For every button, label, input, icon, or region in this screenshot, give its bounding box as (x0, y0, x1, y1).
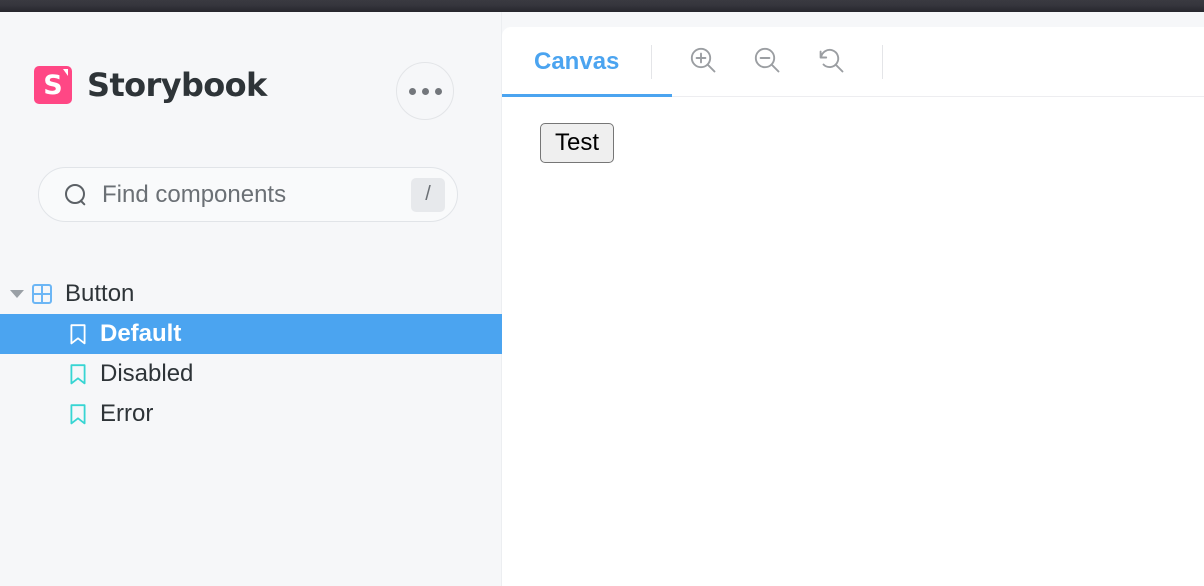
zoom-in-icon (688, 45, 718, 78)
test-button[interactable]: Test (540, 123, 615, 163)
zoom-out-icon (752, 45, 782, 78)
tab-canvas[interactable]: Canvas (534, 27, 623, 97)
logo-letter: S (43, 70, 63, 101)
ellipsis-dot-icon (434, 87, 442, 95)
story-bookmark-icon (70, 363, 86, 385)
chevron-down-icon[interactable] (10, 290, 24, 298)
tree-item-label: Disabled (100, 360, 194, 387)
sidebar-menu-button[interactable] (396, 62, 454, 120)
preview-toolbar: Canvas (502, 27, 1204, 97)
zoom-reset-button[interactable] (808, 39, 854, 85)
brand-title: Storybook (87, 66, 267, 104)
tree-item-default[interactable]: Default (0, 314, 502, 354)
search-shortcut-badge: / (411, 177, 445, 212)
search-input[interactable]: Find components / (38, 167, 458, 222)
toolbar-divider (882, 44, 884, 79)
search-placeholder: Find components (102, 180, 287, 208)
window-titlebar (0, 0, 1204, 12)
story-bookmark-icon (70, 323, 86, 345)
tree-item-label: Button (65, 280, 135, 307)
toolbar-divider (651, 44, 653, 79)
storybook-logo-icon: S (34, 66, 72, 104)
story-bookmark-icon (70, 403, 86, 425)
sidebar: S Storybook Find components / Button Def… (0, 12, 502, 586)
storybook-app: S Storybook Find components / Button Def… (0, 0, 1204, 586)
zoom-in-button[interactable] (680, 39, 726, 85)
tree-item-disabled[interactable]: Disabled (0, 354, 502, 394)
component-icon (32, 284, 52, 304)
preview-panel: Canvas Test (502, 27, 1204, 586)
tree-item-label: Default (100, 320, 182, 347)
tree-item-button[interactable]: Button (0, 274, 502, 314)
ellipsis-dot-icon (421, 87, 429, 95)
zoom-out-button[interactable] (744, 39, 790, 85)
search-icon (64, 183, 88, 207)
zoom-reset-icon (816, 45, 846, 78)
tree-item-error[interactable]: Error (0, 394, 502, 434)
logo-flag-icon (63, 69, 68, 76)
tree-item-label: Error (100, 400, 154, 427)
ellipsis-dot-icon (408, 87, 416, 95)
story-canvas: Test (502, 97, 1204, 586)
component-tree: Button Default Disabled Error (0, 274, 502, 434)
